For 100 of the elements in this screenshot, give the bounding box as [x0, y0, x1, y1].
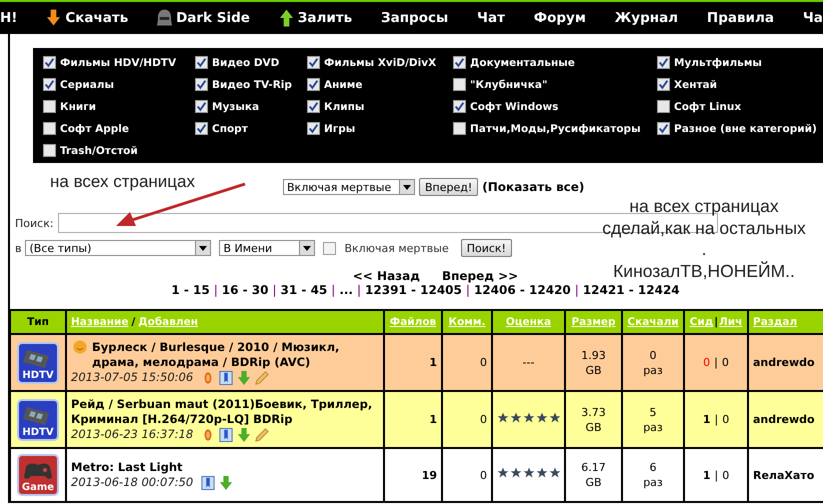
annotation-text: .	[702, 239, 706, 260]
prev-link[interactable]: << Назад	[352, 269, 420, 283]
category-checkbox[interactable]: Книги	[43, 98, 195, 115]
nav-link[interactable]: Dark Side	[157, 9, 250, 27]
separator: |	[331, 283, 336, 297]
category-checkbox[interactable]: Фильмы HDV/HDTV	[43, 54, 195, 71]
category-checkbox[interactable]: "Клубничка"	[453, 76, 657, 93]
uploader-name[interactable]: RелаХато	[753, 468, 814, 482]
category-checkbox[interactable]: Хентай	[657, 76, 823, 93]
checkmark-icon	[44, 79, 55, 90]
category-icon[interactable]: HDTV	[17, 342, 59, 384]
downloads-unit: раз	[642, 475, 664, 490]
checkmark-icon	[454, 57, 465, 68]
category-checkbox[interactable]: Клипы	[307, 98, 453, 115]
downloads-unit: раз	[642, 420, 664, 434]
leechers-count[interactable]: 0	[722, 468, 730, 482]
up-arrow-icon	[278, 9, 294, 27]
category-checkbox[interactable]: Спорт	[195, 120, 307, 137]
search-button[interactable]: Поиск!	[460, 239, 512, 257]
category-checkbox[interactable]: Фильмы XviD/DivX	[307, 54, 453, 71]
category-icon[interactable]: Game	[17, 454, 59, 496]
show-all-link[interactable]: (Показать все)	[482, 180, 584, 194]
checkmark-icon	[44, 57, 55, 68]
nav-link[interactable]: Залить	[278, 9, 352, 27]
page-link[interactable]: 16 - 30	[222, 283, 268, 297]
size-value: 3.73	[580, 404, 607, 420]
download-icon[interactable]	[237, 428, 252, 442]
category-checkbox[interactable]: Разное (вне категорий)	[657, 120, 823, 137]
leechers-count[interactable]: 0	[722, 356, 729, 369]
category-checkbox[interactable]: Сериалы	[43, 76, 195, 93]
rating-text: ---	[522, 356, 534, 369]
leechers-count[interactable]: 0	[722, 413, 730, 426]
comments-count: 0	[480, 468, 487, 482]
category-checkbox[interactable]: Видео DVD	[195, 54, 307, 71]
bookmark-icon[interactable]	[219, 370, 234, 384]
forward-button[interactable]: Вперед!	[419, 178, 478, 196]
page-link[interactable]: 1 - 15	[171, 283, 210, 297]
pencil-icon[interactable]	[255, 370, 270, 384]
nav-link[interactable]: Правила	[706, 10, 774, 26]
checkmark-icon	[308, 57, 319, 68]
category-checkbox[interactable]: Софт Apple	[43, 120, 195, 137]
date-added: 2013-07-05 15:50:06	[71, 370, 194, 385]
page-link[interactable]: 12421 - 12424	[582, 283, 680, 297]
downloads-count: 6	[648, 460, 658, 475]
page-link[interactable]: 12406 - 12420	[474, 283, 571, 297]
page-link[interactable]: 31 - 45	[280, 283, 328, 297]
separator: |	[357, 283, 362, 297]
nav-link[interactable]: Журнал	[614, 10, 678, 26]
separator: |	[214, 283, 218, 297]
type-select[interactable]: (Все типы)	[25, 240, 212, 256]
size-value: 6.17	[580, 460, 607, 475]
seeders-count[interactable]: 1	[702, 468, 710, 482]
search-label: Поиск:	[15, 216, 54, 230]
separator: |	[714, 413, 718, 426]
annotation-text: сделай,как на остальных	[602, 218, 806, 239]
files-count: 19	[422, 468, 437, 482]
category-checkbox[interactable]: Trash/Отстой	[43, 142, 195, 159]
category-checkbox[interactable]: Софт Linux	[657, 98, 823, 115]
category-checkbox[interactable]: Софт Windows	[453, 98, 657, 115]
size-value: 1.93	[580, 348, 607, 362]
nav-link[interactable]: Запросы	[381, 10, 448, 26]
category-icon[interactable]: HDTV	[17, 398, 59, 440]
uploader-name[interactable]: andrewdo	[753, 413, 815, 426]
checkmark-icon	[196, 79, 207, 90]
page-link[interactable]: 12391 - 12405	[365, 283, 462, 297]
category-checkbox[interactable]: Патчи,Моды,Русификаторы	[453, 120, 657, 137]
field-select[interactable]: В Имени	[219, 240, 316, 256]
separator: |	[574, 283, 579, 297]
seeders-count[interactable]: 1	[702, 413, 710, 426]
torrent-title[interactable]: Metro: Last Light	[71, 460, 183, 475]
torrent-title[interactable]: Бурлеск / Burlesque / 2010 / Мюзикл, драма, мелодрама / BDRip (AVC)	[92, 340, 379, 370]
category-checkbox[interactable]: Документальные	[453, 54, 657, 71]
checkbox[interactable]	[323, 242, 336, 254]
torrent-title[interactable]: Рейд / Serbuan maut (2011)Боевик, Триллер, Криминал [H.264/720p-LQ] BDRip	[71, 397, 379, 427]
date-added: 2013-06-23 16:37:18	[71, 427, 194, 442]
category-checkbox[interactable]: Видео TV-Rip	[195, 76, 307, 93]
checkmark-icon	[196, 57, 207, 68]
category-checkbox[interactable]: Игры	[307, 120, 453, 137]
size-unit: GB	[584, 362, 603, 378]
bookmark-icon[interactable]	[219, 428, 234, 442]
pencil-icon[interactable]	[255, 428, 270, 442]
download-icon[interactable]	[219, 476, 234, 490]
next-link[interactable]: Вперед >>	[442, 269, 518, 283]
separator: |	[714, 356, 718, 369]
category-checkbox[interactable]: Мультфильмы	[657, 54, 823, 71]
uploader-name[interactable]: andrewdo	[753, 356, 815, 369]
nav-link[interactable]: Скачать	[46, 9, 128, 27]
category-checkbox[interactable]: Музыка	[195, 98, 307, 115]
nav-link[interactable]: Ча	[802, 10, 823, 26]
nav-link[interactable]: Чат	[477, 10, 505, 26]
dead-filter-select[interactable]: Включая мертвые	[283, 179, 415, 195]
checkmark-icon	[658, 79, 669, 90]
size-unit: GB	[584, 420, 603, 434]
nav-link[interactable]: Форум	[534, 10, 586, 26]
category-checkbox[interactable]: Аниме	[307, 76, 453, 93]
page-link[interactable]: ...	[339, 283, 353, 297]
bookmark-icon[interactable]	[201, 476, 216, 490]
column-header: Тип	[27, 316, 49, 328]
download-icon[interactable]	[237, 370, 252, 384]
nav-link[interactable]: Н!	[0, 10, 18, 26]
